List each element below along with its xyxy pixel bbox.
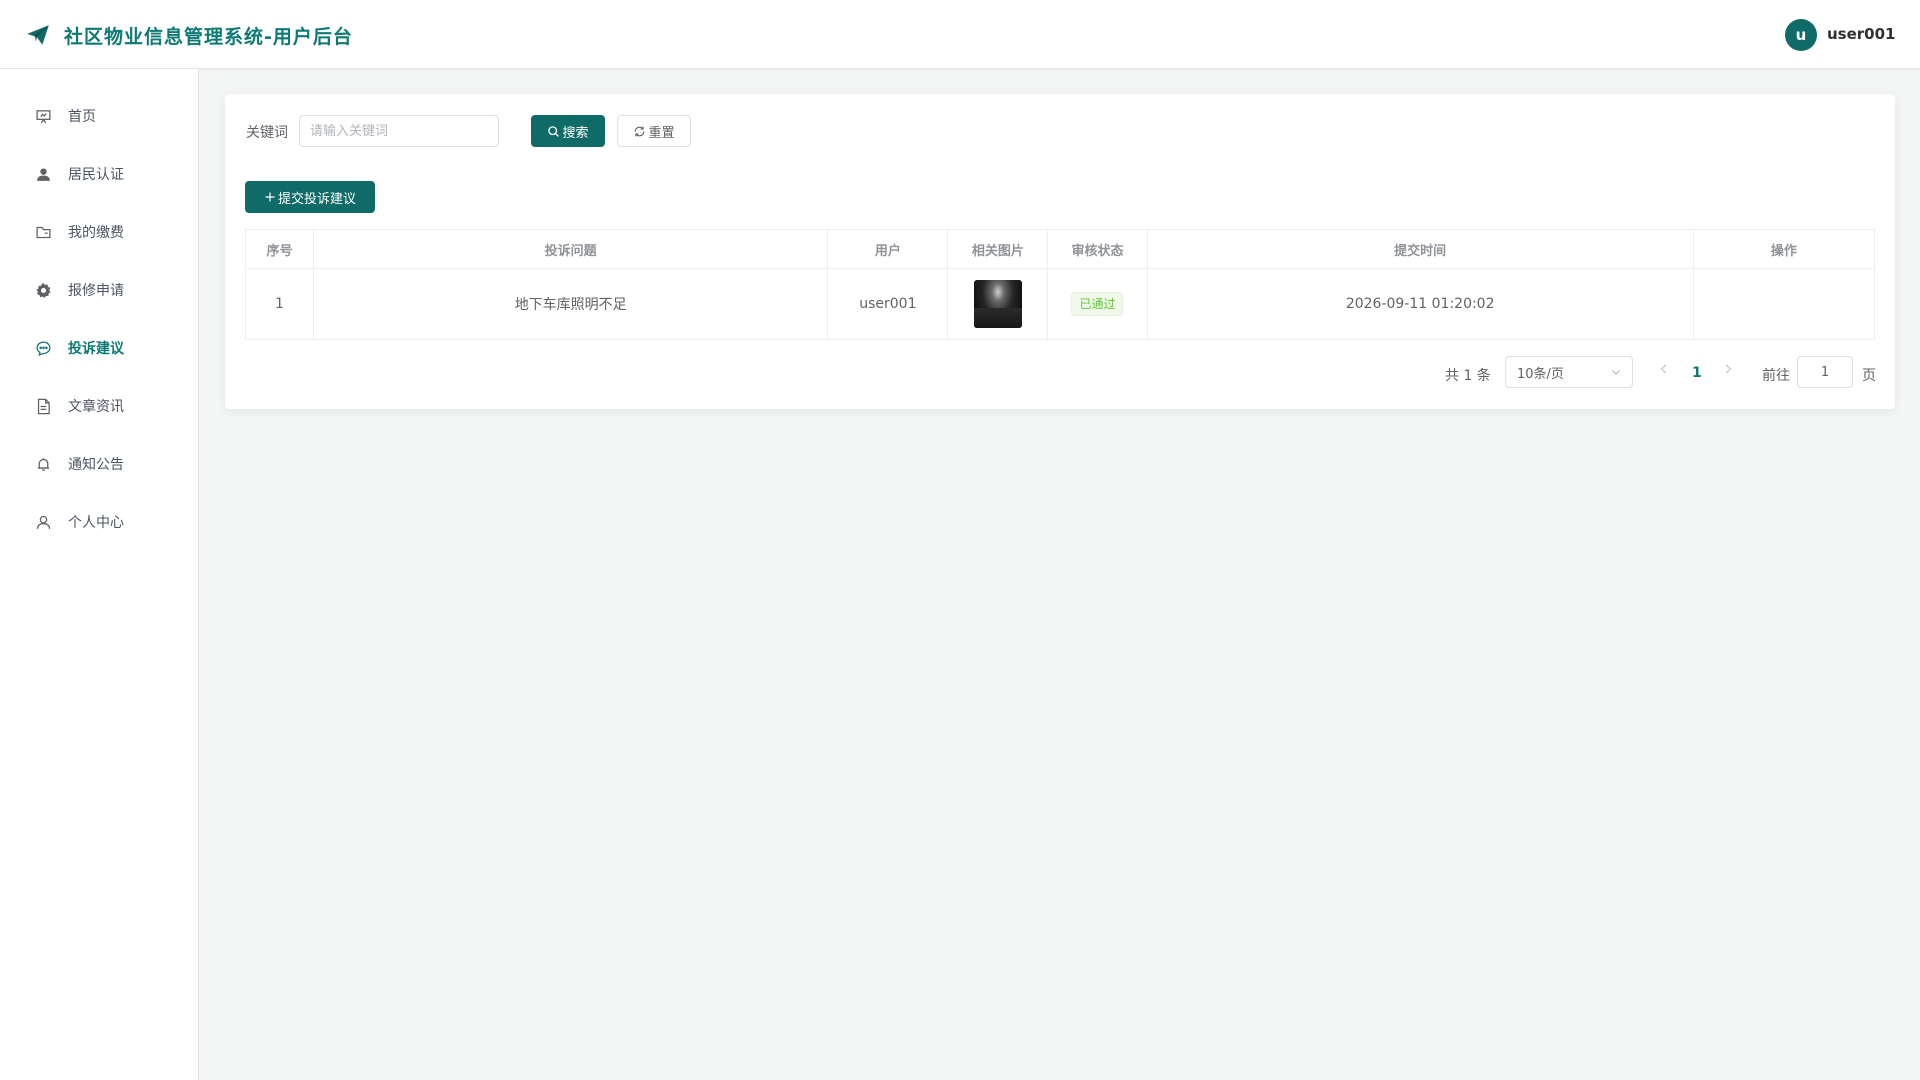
sidebar-item-complaint[interactable]: 投诉建议 (0, 319, 198, 377)
search-button-label: 搜索 (562, 125, 589, 141)
sidebar-item-label: 文章资讯 (68, 399, 124, 415)
chat-icon (34, 339, 52, 357)
sidebar-item-resident-auth[interactable]: 居民认证 (0, 145, 198, 203)
pagination-goto-label: 前往 (1762, 368, 1790, 384)
plus-icon (265, 192, 275, 202)
sidebar-item-label: 首页 (68, 109, 96, 125)
top-header: 社区物业信息管理系统-用户后台 u user001 (0, 0, 1920, 69)
cell-time: 2026-09-11 01:20:02 (1147, 268, 1694, 340)
status-badge: 已通过 (1071, 292, 1124, 316)
user-icon (34, 513, 52, 531)
document-icon (34, 397, 52, 415)
avatar[interactable]: u (1785, 19, 1817, 51)
cell-user: user001 (827, 268, 949, 340)
pagination-total: 共 1 条 (1445, 368, 1491, 384)
sidebar-item-label: 个人中心 (68, 515, 124, 531)
column-header-status: 审核状态 (1047, 229, 1148, 269)
keyword-input[interactable] (299, 115, 499, 147)
page-size-value: 10条/页 (1517, 366, 1564, 382)
reset-button[interactable]: 重置 (617, 115, 691, 147)
column-header-image: 相关图片 (947, 229, 1049, 269)
table-row: 1 地下车库照明不足 user001 已通过 2026-09-11 01:20:… (245, 268, 1876, 340)
cell-image (947, 268, 1049, 340)
cell-actions (1693, 268, 1876, 340)
pagination-goto-input[interactable] (1797, 356, 1853, 388)
sidebar-item-my-payment[interactable]: 我的缴费 (0, 203, 198, 261)
sidebar-item-label: 通知公告 (68, 457, 124, 473)
chevron-right-icon[interactable] (1721, 362, 1735, 376)
sidebar-item-notices[interactable]: 通知公告 (0, 435, 198, 493)
sidebar-item-label: 报修申请 (68, 283, 124, 299)
paper-plane-icon (27, 25, 49, 45)
sidebar-item-label: 居民认证 (68, 167, 124, 183)
folder-icon (34, 223, 52, 241)
presentation-icon (34, 107, 52, 125)
complaint-list-card: 关键词 搜索 重置 提交投诉建议 序号 投诉问题 用户 相关图片 审核状态 提交… (225, 94, 1895, 409)
sidebar-item-repair[interactable]: 报修申请 (0, 261, 198, 319)
pagination-current-page[interactable]: 1 (1692, 365, 1702, 381)
sidebar-item-articles[interactable]: 文章资讯 (0, 377, 198, 435)
cell-index: 1 (245, 268, 315, 340)
bell-icon (34, 455, 52, 473)
pagination-page-suffix: 页 (1862, 368, 1876, 384)
keyword-label: 关键词 (246, 125, 288, 141)
reset-button-label: 重置 (648, 125, 675, 141)
column-header-actions: 操作 (1693, 229, 1876, 269)
submit-complaint-button[interactable]: 提交投诉建议 (245, 181, 375, 213)
column-header-index: 序号 (245, 229, 315, 269)
chevron-down-icon (1612, 370, 1620, 375)
cell-status: 已通过 (1047, 268, 1148, 340)
user-filled-icon (34, 165, 52, 183)
sidebar-item-label: 投诉建议 (68, 341, 124, 357)
app-title: 社区物业信息管理系统-用户后台 (64, 26, 353, 48)
column-header-issue: 投诉问题 (313, 229, 829, 269)
gear-icon (34, 281, 52, 299)
page-size-select[interactable]: 10条/页 (1505, 356, 1633, 388)
chevron-left-icon[interactable] (1657, 362, 1671, 376)
column-header-time: 提交时间 (1147, 229, 1694, 269)
dark-garage-photo[interactable] (973, 280, 1022, 328)
search-button[interactable]: 搜索 (531, 115, 605, 147)
search-icon (548, 125, 560, 137)
username[interactable]: user001 (1827, 25, 1896, 43)
sidebar-item-label: 我的缴费 (68, 225, 124, 241)
sidebar-item-home[interactable]: 首页 (0, 87, 198, 145)
column-header-user: 用户 (827, 229, 949, 269)
submit-complaint-label: 提交投诉建议 (277, 191, 356, 207)
refresh-icon (635, 126, 645, 136)
sidebar-item-profile[interactable]: 个人中心 (0, 493, 198, 551)
cell-issue: 地下车库照明不足 (313, 268, 829, 340)
sidebar: 首页 居民认证 我的缴费 报修申请 投诉建议 文章资讯 通知公告 个人中心 (0, 69, 199, 1080)
complaint-table: 序号 投诉问题 用户 相关图片 审核状态 提交时间 操作 1 地下车库照明不足 … (245, 229, 1876, 340)
table-header-row: 序号 投诉问题 用户 相关图片 审核状态 提交时间 操作 (245, 229, 1876, 269)
